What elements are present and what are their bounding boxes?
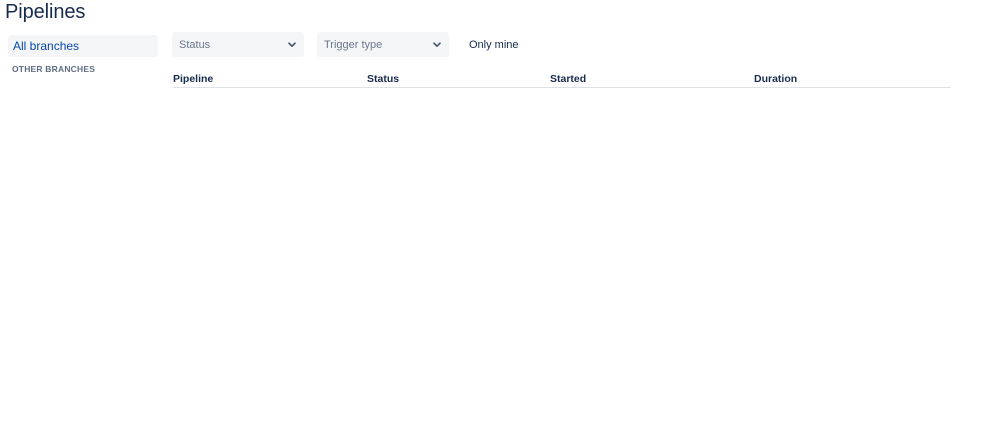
column-header-duration[interactable]: Duration	[754, 73, 797, 85]
status-filter-placeholder: Status	[179, 38, 211, 51]
filter-bar: Status Trigger type Only mine	[172, 32, 519, 57]
pipelines-page: Pipelines All branches OTHER BRANCHES St…	[0, 0, 999, 444]
branch-sidebar: All branches OTHER BRANCHES	[8, 35, 158, 74]
column-header-pipeline[interactable]: Pipeline	[173, 73, 213, 85]
sidebar-item-all-branches[interactable]: All branches	[8, 35, 158, 57]
other-branches-heading: OTHER BRANCHES	[12, 64, 96, 74]
sidebar-item-label: All branches	[13, 39, 80, 53]
column-header-status[interactable]: Status	[367, 73, 399, 85]
chevron-down-icon	[287, 40, 297, 50]
page-title: Pipelines	[5, 1, 86, 23]
status-filter-select[interactable]: Status	[172, 32, 304, 57]
chevron-down-icon	[432, 40, 442, 50]
trigger-type-filter-placeholder: Trigger type	[324, 38, 383, 51]
column-header-started[interactable]: Started	[550, 73, 586, 85]
only-mine-toggle[interactable]: Only mine	[469, 39, 519, 51]
pipelines-table: Pipeline Status Started Duration	[173, 72, 951, 88]
table-header: Pipeline Status Started Duration	[173, 72, 951, 88]
trigger-type-filter-select[interactable]: Trigger type	[317, 32, 449, 57]
